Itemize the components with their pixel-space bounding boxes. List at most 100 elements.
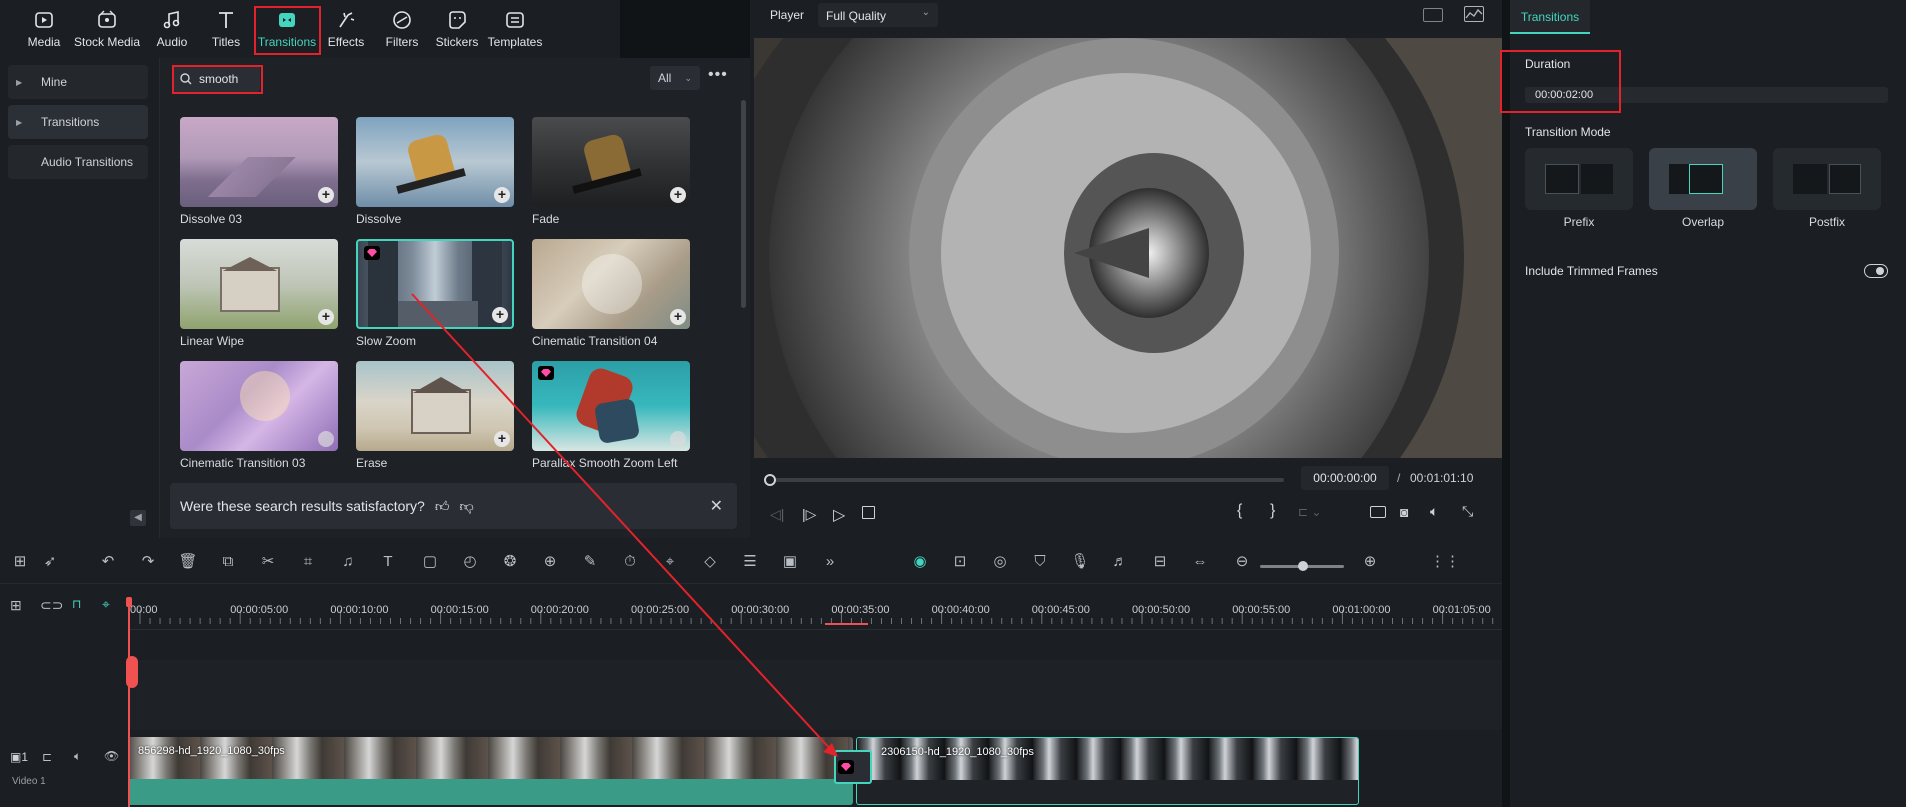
- video-clip-1[interactable]: 856298-hd_1920_1080_30fps: [128, 737, 853, 805]
- stop-icon[interactable]: [862, 506, 875, 519]
- playback-progress-track[interactable]: [764, 474, 1284, 486]
- previous-frame-icon[interactable]: ◁|: [770, 506, 784, 523]
- sidebar-item-mine[interactable]: ▶ Mine: [8, 65, 148, 99]
- fullscreen-icon[interactable]: ⤡: [1462, 503, 1473, 520]
- fit-timeline-icon[interactable]: ⇔: [1190, 552, 1210, 572]
- snap-icon[interactable]: ⌖: [102, 596, 110, 613]
- transition-thumb-dissolve-03[interactable]: +: [180, 117, 338, 207]
- library-scrollbar[interactable]: [741, 100, 746, 308]
- volume-icon[interactable]: 🔈︎: [74, 749, 81, 764]
- transition-thumb-cinematic-04[interactable]: +: [532, 239, 690, 329]
- mode-prefix[interactable]: [1525, 148, 1633, 210]
- toolbar-templates[interactable]: Templates: [484, 0, 546, 58]
- thumbs-up-icon[interactable]: 👍︎: [435, 498, 450, 515]
- toolbar-stock-media[interactable]: Stock Media: [72, 0, 142, 58]
- shape-tool-icon[interactable]: ▢: [420, 552, 440, 572]
- display-icon[interactable]: [1370, 506, 1386, 518]
- timer-icon[interactable]: ⏱︎: [620, 552, 640, 572]
- tab-transitions[interactable]: Transitions: [1510, 0, 1590, 34]
- auto-ripple-icon[interactable]: ◉: [910, 552, 930, 572]
- zoom-out-icon[interactable]: ⊖: [1232, 552, 1252, 572]
- toolbar-stickers[interactable]: Stickers: [432, 0, 482, 58]
- quality-dropdown[interactable]: Full Quality ⌄: [818, 3, 938, 27]
- collapse-sidebar-button[interactable]: ◀: [130, 510, 146, 526]
- add-icon[interactable]: +: [318, 309, 334, 325]
- thumbs-down-icon[interactable]: 👎︎: [459, 498, 473, 515]
- duration-input[interactable]: 00:00:02:00: [1525, 87, 1888, 103]
- select-tool-icon[interactable]: ➶: [40, 552, 60, 572]
- timeline-playhead[interactable]: [128, 600, 130, 807]
- toolbar-audio[interactable]: Audio: [150, 0, 194, 58]
- timeline-settings-icon[interactable]: ⋮⋮: [1430, 552, 1460, 572]
- delete-icon[interactable]: 🗑︎: [178, 552, 198, 572]
- zoom-slider[interactable]: [1260, 561, 1344, 571]
- playhead-handle[interactable]: [764, 474, 776, 486]
- add-track-icon[interactable]: ⊞: [10, 597, 22, 614]
- stabilize-icon[interactable]: ⌖: [660, 552, 680, 572]
- clip-info-icon[interactable]: ⊟: [1150, 552, 1170, 572]
- transition-thumb-cinematic-03[interactable]: [180, 361, 338, 451]
- transition-thumb-dissolve[interactable]: +: [356, 117, 514, 207]
- transition-thumb-linear-wipe[interactable]: +: [180, 239, 338, 329]
- toolbar-titles[interactable]: Titles: [204, 0, 248, 58]
- transition-thumb-fade[interactable]: +: [532, 117, 690, 207]
- text-tool-icon[interactable]: T: [378, 552, 398, 572]
- download-icon[interactable]: [318, 431, 334, 447]
- music-list-icon[interactable]: ♬: [1110, 552, 1130, 572]
- marker-icon[interactable]: ◎: [990, 552, 1010, 572]
- layout-icon[interactable]: ⊞: [10, 552, 30, 572]
- toolbar-filters[interactable]: Filters: [380, 0, 424, 58]
- microphone-icon[interactable]: 🎙︎: [1070, 552, 1090, 572]
- crop-icon[interactable]: ⌗: [298, 552, 318, 572]
- eye-icon[interactable]: 👁︎: [104, 749, 119, 763]
- transition-thumb-erase[interactable]: +: [356, 361, 514, 451]
- playhead-handle-tab[interactable]: [126, 656, 138, 688]
- ai-tool-icon[interactable]: ⊕: [540, 552, 560, 572]
- render-icon[interactable]: ⊡: [950, 552, 970, 572]
- undo-icon[interactable]: ↶: [98, 552, 118, 572]
- add-icon[interactable]: +: [318, 187, 334, 203]
- color-icon[interactable]: ❂: [500, 552, 520, 572]
- mode-postfix[interactable]: [1773, 148, 1881, 210]
- toolbar-effects[interactable]: Effects: [324, 0, 368, 58]
- current-time-field[interactable]: 00:00:00:00: [1301, 466, 1389, 490]
- video-preview[interactable]: [754, 38, 1502, 458]
- search-input[interactable]: smooth: [173, 66, 260, 92]
- transition-thumb-parallax-smooth-zoom-left[interactable]: [532, 361, 690, 451]
- sidebar-item-audio-transitions[interactable]: Audio Transitions: [8, 145, 148, 179]
- more-tools-icon[interactable]: »: [820, 552, 840, 572]
- mark-out-icon[interactable]: }: [1270, 502, 1275, 520]
- close-icon[interactable]: ✕: [710, 496, 723, 516]
- zoom-in-icon[interactable]: ⊕: [1360, 552, 1380, 572]
- snapshot-icon[interactable]: ◙: [1400, 504, 1408, 520]
- video-clip-2[interactable]: 2306150-hd_1920_1080_30fps: [856, 737, 1359, 805]
- zoom-slider-knob[interactable]: [1298, 561, 1308, 571]
- edit-icon[interactable]: ✎: [580, 552, 600, 572]
- add-icon[interactable]: +: [670, 187, 686, 203]
- shield-icon[interactable]: ⛉: [1030, 552, 1050, 572]
- transition-thumb-slow-zoom[interactable]: +: [356, 239, 514, 329]
- add-icon[interactable]: +: [492, 307, 508, 323]
- add-icon[interactable]: +: [494, 431, 510, 447]
- transition-clip[interactable]: [834, 750, 872, 784]
- detach-icon[interactable]: ⧉: [218, 552, 238, 572]
- add-icon[interactable]: +: [670, 309, 686, 325]
- play-icon[interactable]: ▷: [833, 505, 845, 525]
- compare-view-icon[interactable]: [1423, 8, 1443, 22]
- mode-overlap[interactable]: [1649, 148, 1757, 210]
- sidebar-item-transitions[interactable]: ▶ Transitions: [8, 105, 148, 139]
- include-trimmed-toggle[interactable]: [1864, 264, 1888, 278]
- mask-icon[interactable]: ◇: [700, 552, 720, 572]
- speed-icon[interactable]: ◴: [460, 552, 480, 572]
- toolbar-media[interactable]: Media: [22, 0, 66, 58]
- filter-dropdown[interactable]: All ⌄: [650, 66, 700, 90]
- next-frame-icon[interactable]: |▷: [802, 506, 816, 523]
- marker-dropdown-icon[interactable]: ⊏ ⌄: [1298, 505, 1321, 519]
- download-icon[interactable]: [670, 431, 686, 447]
- adjust-icon[interactable]: ☰: [740, 552, 760, 572]
- ai-text-icon[interactable]: ▣: [780, 552, 800, 572]
- toolbar-transitions[interactable]: Transitions: [254, 0, 320, 58]
- cut-icon[interactable]: ✂: [258, 552, 278, 572]
- more-options-icon[interactable]: •••: [708, 67, 732, 86]
- audio-edit-icon[interactable]: ♫: [338, 552, 358, 572]
